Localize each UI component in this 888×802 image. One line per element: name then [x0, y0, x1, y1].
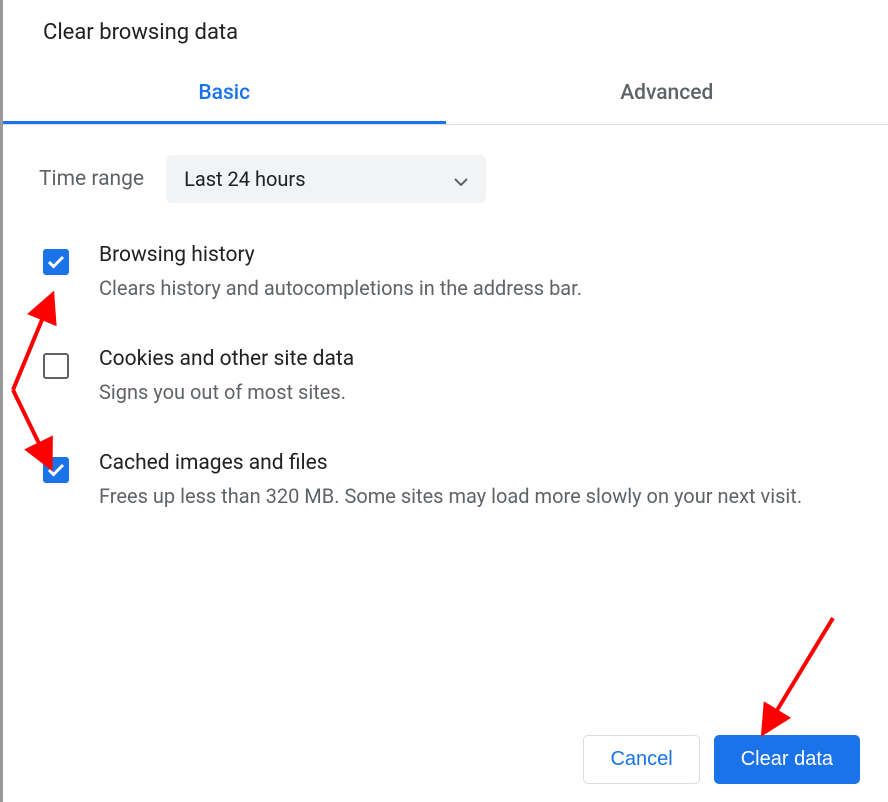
option-desc-cached: Frees up less than 320 MB. Some sites ma…	[99, 481, 852, 511]
tab-basic-label: Basic	[198, 81, 250, 105]
option-desc-cookies: Signs you out of most sites.	[99, 377, 852, 407]
cancel-button-label: Cancel	[610, 748, 672, 770]
clear-data-button-label: Clear data	[741, 748, 833, 770]
checkbox-browsing-history[interactable]	[43, 249, 69, 275]
clear-data-button[interactable]: Clear data	[714, 735, 860, 784]
time-range-dropdown[interactable]: Last 24 hours	[166, 155, 486, 203]
dialog-buttons: Cancel Clear data	[583, 735, 860, 784]
cancel-button[interactable]: Cancel	[583, 735, 699, 784]
option-title-cached: Cached images and files	[99, 451, 852, 475]
time-range-label: Time range	[39, 167, 144, 191]
checkbox-cookies[interactable]	[43, 353, 69, 379]
option-cached: Cached images and files Frees up less th…	[39, 451, 852, 511]
option-title-browsing-history: Browsing history	[99, 243, 852, 267]
option-browsing-history: Browsing history Clears history and auto…	[39, 243, 852, 303]
option-desc-browsing-history: Clears history and autocompletions in th…	[99, 273, 852, 303]
clear-browsing-data-dialog: Clear browsing data Basic Advanced Time …	[3, 0, 888, 802]
dialog-content: Time range Last 24 hours Browsing histor…	[3, 125, 888, 511]
time-range-selected: Last 24 hours	[184, 167, 305, 191]
time-range-row: Time range Last 24 hours	[39, 155, 852, 203]
tab-advanced-label: Advanced	[620, 81, 713, 105]
option-cookies: Cookies and other site data Signs you ou…	[39, 347, 852, 407]
check-icon	[47, 255, 65, 269]
tab-basic[interactable]: Basic	[3, 65, 446, 124]
check-icon	[47, 463, 65, 477]
option-text: Browsing history Clears history and auto…	[99, 243, 852, 303]
tabs-container: Basic Advanced	[3, 65, 888, 125]
option-text: Cached images and files Frees up less th…	[99, 451, 852, 511]
option-text: Cookies and other site data Signs you ou…	[99, 347, 852, 407]
option-title-cookies: Cookies and other site data	[99, 347, 852, 371]
checkbox-cached[interactable]	[43, 457, 69, 483]
tab-advanced[interactable]: Advanced	[446, 65, 888, 124]
dropdown-arrow-icon	[454, 167, 468, 191]
dialog-title: Clear browsing data	[3, 0, 888, 65]
